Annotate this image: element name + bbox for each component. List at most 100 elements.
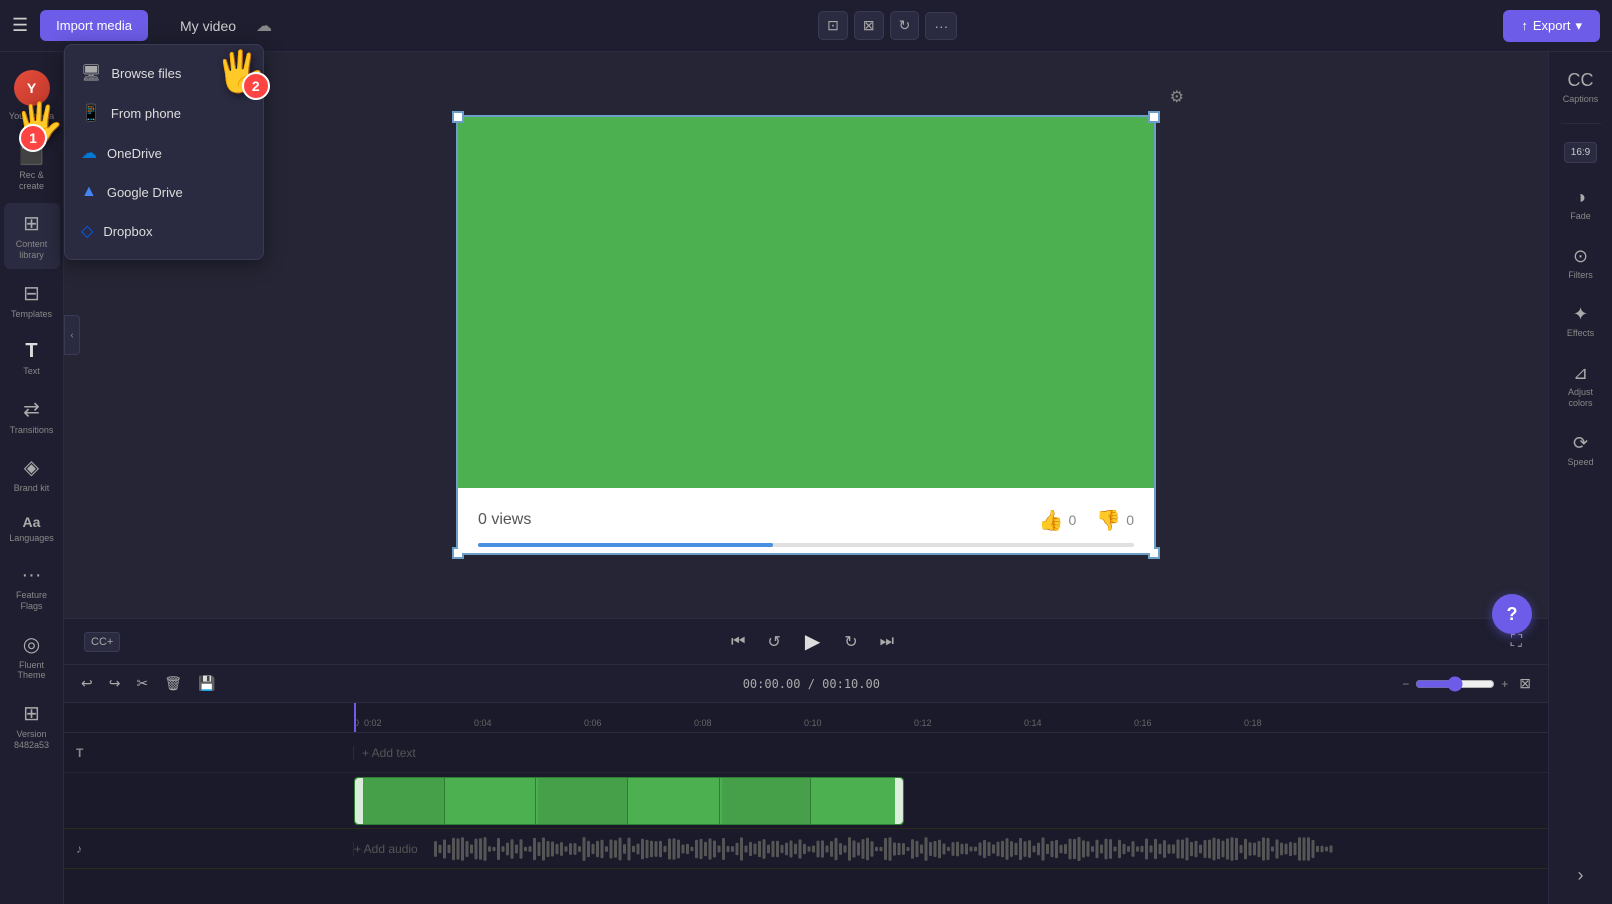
cut-button[interactable]: ✂ — [131, 671, 153, 696]
corner-handle-tl[interactable] — [452, 111, 464, 123]
monitor-icon: 🖥 — [81, 63, 101, 83]
like-progress-bar — [478, 543, 773, 547]
right-sidebar-item-adjust-colors[interactable]: ⊿ Adjust colors — [1553, 355, 1609, 417]
clip-handle-left[interactable] — [355, 778, 363, 824]
dropdown-label-onedrive: OneDrive — [107, 146, 162, 161]
import-media-button[interactable]: Import media — [40, 10, 148, 41]
video-info-bar: 0 views 👍 0 👎 0 — [458, 488, 1154, 553]
redo-button[interactable]: ↪ — [104, 671, 126, 696]
sidebar-item-transitions[interactable]: ⇄ Transitions — [4, 389, 60, 444]
dropdown-label-google-drive: Google Drive — [107, 185, 183, 200]
avatar: Y — [14, 70, 50, 106]
dropbox-icon: ◇ — [81, 221, 93, 241]
sidebar-item-feature-flags[interactable]: ··· Feature Flags — [4, 556, 60, 620]
aspect-ratio-badge[interactable]: 16:9 — [1564, 142, 1597, 163]
clip-handle-right[interactable] — [895, 778, 903, 824]
video-toolbar: CC+ ⏮ ↺ ▶ ↻ ⏭ ⛶ — [64, 618, 1548, 664]
skip-back-button[interactable]: ⏮ — [725, 629, 751, 655]
right-sidebar-collapse[interactable]: › — [1553, 857, 1609, 894]
sidebar-item-content-library[interactable]: ⊞ Content library — [4, 203, 60, 269]
closed-captions-button[interactable]: CC+ — [84, 632, 120, 652]
sidebar-item-label-your-media: Your media — [9, 111, 54, 122]
audio-track-content[interactable]: + Add audio — [354, 829, 1548, 868]
sidebar-item-languages[interactable]: Aa Languages — [4, 506, 60, 552]
export-chevron-icon: ▾ — [1575, 18, 1582, 34]
video-toolbar-center: ⏮ ↺ ▶ ↻ ⏭ — [725, 625, 900, 658]
sidebar-item-fluent-theme[interactable]: ◎ Fluent Theme — [4, 624, 60, 690]
dropdown-item-onedrive[interactable]: ☁ OneDrive — [65, 133, 263, 173]
add-text-label: + Add text — [362, 746, 416, 760]
dropdown-item-from-phone[interactable]: 📱 From phone — [65, 93, 263, 133]
sidebar-item-your-media[interactable]: Y Your media — [4, 62, 60, 130]
play-button[interactable]: ▶ — [797, 625, 828, 658]
dropdown-item-google-drive[interactable]: ▲ Google Drive — [65, 173, 263, 211]
crop-tool-button[interactable]: ⊠ — [854, 11, 884, 40]
left-sidebar: Y Your media ⬛ Rec & create ⊞ Content li… — [0, 52, 64, 904]
zoom-out-icon: − — [1402, 677, 1409, 691]
music-icon: ♪ — [76, 842, 82, 856]
hamburger-icon[interactable]: ☰ — [12, 15, 28, 36]
right-sidebar-item-filters[interactable]: ⊙ Filters — [1553, 238, 1609, 289]
sidebar-item-label-feature-flags: Feature Flags — [8, 590, 56, 612]
save-button[interactable]: 💾 — [193, 671, 220, 696]
video-frame — [458, 117, 1154, 488]
dropdown-label-dropbox: Dropbox — [103, 224, 152, 239]
dropdown-item-dropbox[interactable]: ◇ Dropbox — [65, 211, 263, 251]
right-sidebar-item-speed[interactable]: ⟳ Speed — [1553, 425, 1609, 476]
ruler-mark-2: 0:02 — [364, 718, 474, 728]
sidebar-item-brand-kit[interactable]: ◈ Brand kit — [4, 447, 60, 502]
more-tools-button[interactable]: ··· — [925, 12, 957, 40]
thumbs-down-icon: 👎 — [1096, 508, 1121, 533]
timeline-toolbar: ↩ ↪ ✂ 🗑 💾 00:00.00 / 00:10.00 − + ⊠ — [64, 665, 1548, 703]
resize-tool-button[interactable]: ⊡ — [818, 11, 848, 40]
like-count: 0 — [1069, 512, 1077, 528]
ruler-mark-16: 0:16 — [1134, 718, 1244, 728]
right-sidebar-label-effects: Effects — [1567, 328, 1594, 339]
timeline-zoom-control: − + ⊠ — [1402, 671, 1536, 696]
sidebar-item-record-create[interactable]: ⬛ Rec & create — [4, 134, 60, 200]
right-sidebar-item-captions[interactable]: CC Captions — [1553, 62, 1609, 113]
dropdown-item-browse-files[interactable]: 🖥 Browse files — [65, 53, 263, 93]
like-dislike-section: 👍 0 👎 0 — [1039, 508, 1134, 533]
ruler-mark-8: 0:08 — [694, 718, 804, 728]
dislike-count: 0 — [1126, 512, 1134, 528]
export-button[interactable]: ↑ Export ▾ — [1503, 10, 1600, 42]
collapse-panel-button[interactable]: ‹ — [64, 315, 80, 355]
rewind-button[interactable]: ↺ — [761, 628, 786, 656]
skip-forward-button[interactable]: ⏭ — [874, 629, 900, 655]
sidebar-item-templates[interactable]: ⊟ Templates — [4, 273, 60, 328]
undo-button[interactable]: ↩ — [76, 671, 98, 696]
feature-flags-icon: ··· — [22, 564, 42, 587]
record-icon: ⬛ — [19, 142, 44, 167]
sidebar-item-text[interactable]: T Text — [4, 332, 60, 385]
fluent-theme-icon: ◎ — [23, 632, 40, 657]
timeline-time-display: 00:00.00 / 00:10.00 — [226, 677, 1396, 691]
right-sidebar-item-effects[interactable]: ✦ Effects — [1553, 296, 1609, 347]
phone-icon: 📱 — [81, 103, 101, 123]
languages-icon: Aa — [23, 514, 41, 530]
right-sidebar-label-fade: Fade — [1570, 211, 1591, 222]
clip-segment-2 — [447, 778, 537, 824]
playhead[interactable] — [354, 703, 356, 732]
right-sidebar-item-aspect-ratio[interactable]: 16:9 — [1553, 134, 1609, 171]
clip-segment-4 — [630, 778, 720, 824]
timeline-tracks: T + Add text — [64, 733, 1548, 904]
help-button[interactable]: ? — [1492, 594, 1532, 634]
right-sidebar-item-fade[interactable]: ◑ Fade — [1553, 179, 1609, 230]
ruler-mark-6: 0:06 — [584, 718, 694, 728]
zoom-in-icon: + — [1501, 677, 1508, 691]
cloud-icon: ☁ — [256, 16, 272, 36]
video-settings-icon[interactable]: ⚙ — [1170, 87, 1184, 107]
version-icon: ⊞ — [23, 701, 40, 726]
clip-segment-3 — [538, 778, 628, 824]
forward-button[interactable]: ↻ — [838, 628, 863, 656]
text-track-content[interactable]: + Add text — [354, 733, 1548, 772]
rotate-tool-button[interactable]: ↻ — [890, 11, 920, 40]
delete-button[interactable]: 🗑 — [159, 671, 187, 696]
sidebar-item-label-templates: Templates — [11, 309, 52, 320]
fit-timeline-button[interactable]: ⊠ — [1514, 671, 1536, 696]
corner-handle-tr[interactable] — [1148, 111, 1160, 123]
zoom-slider[interactable] — [1415, 676, 1495, 692]
video-clip[interactable] — [354, 777, 904, 825]
text-icon: T — [25, 340, 37, 363]
